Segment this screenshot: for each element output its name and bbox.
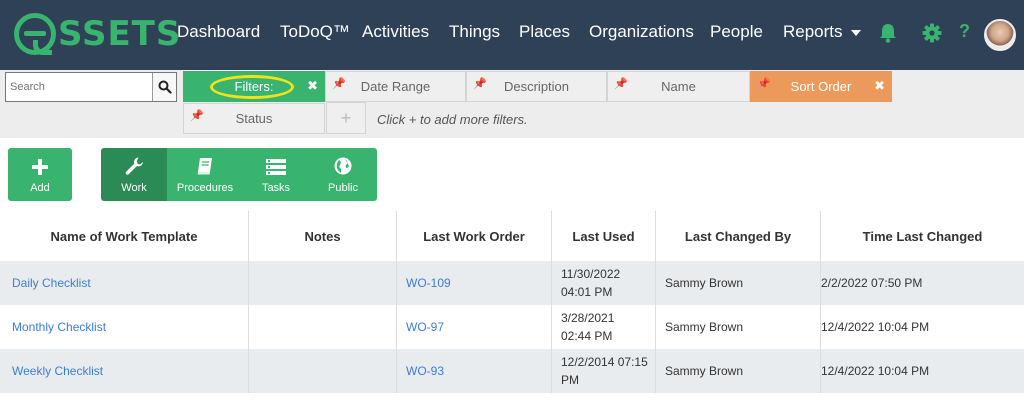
nav-places[interactable]: Places: [519, 22, 570, 42]
book-icon: [197, 158, 212, 175]
help-icon[interactable]: ?: [959, 21, 970, 42]
pin-icon[interactable]: 📌: [757, 77, 771, 90]
work-order-link[interactable]: WO-97: [397, 305, 552, 349]
bell-icon[interactable]: [877, 22, 899, 44]
filter-chip-label: Date Range: [360, 79, 431, 94]
add-button-label: Add: [30, 182, 50, 194]
filter-chip-label: Sort Order: [790, 79, 852, 94]
changed-by-cell: Sammy Brown: [656, 261, 821, 305]
view-work-label: Work: [121, 182, 147, 194]
chevron-down-icon: [850, 29, 861, 36]
table-header: Name of Work Template Notes Last Work Or…: [0, 211, 1024, 261]
filter-chip-label: Name: [661, 79, 696, 94]
notes-cell: [249, 261, 397, 305]
template-name-link[interactable]: Daily Checklist: [0, 261, 249, 305]
filter-chip-date-range[interactable]: 📌 Date Range: [325, 71, 466, 102]
last-used-line-2: PM: [561, 373, 579, 387]
column-header-time-last-changed[interactable]: Time Last Changed: [821, 211, 1024, 261]
column-header-last-changed-by[interactable]: Last Changed By: [656, 211, 821, 261]
close-icon[interactable]: ✖: [307, 78, 318, 94]
pin-icon[interactable]: 📌: [190, 109, 204, 122]
filter-chip-label: Status: [235, 111, 273, 126]
view-procedures-button[interactable]: Procedures: [167, 148, 243, 201]
filters-chip[interactable]: Filters: ✖: [183, 71, 325, 102]
nav-reports-label: Reports: [783, 22, 843, 41]
time-changed-cell: 12/4/2022 10:04 PM: [821, 320, 930, 334]
close-icon[interactable]: ✖: [874, 78, 885, 94]
last-used-cell: 3/28/2021 02:44 PM: [552, 305, 656, 349]
notes-cell: [249, 305, 397, 349]
last-used-line-1: 12/2/2014 07:15: [561, 355, 648, 369]
filter-chip-status[interactable]: 📌 Status: [183, 103, 325, 134]
view-public-label: Public: [328, 182, 358, 194]
nav-things[interactable]: Things: [449, 22, 500, 42]
last-used-cell: 12/2/2014 07:15 PM: [552, 349, 656, 393]
notes-cell: [249, 349, 397, 393]
nav-activities[interactable]: Activities: [362, 22, 429, 42]
nav-reports[interactable]: Reports: [783, 22, 861, 42]
filter-chip-description[interactable]: 📌 Description: [466, 71, 607, 102]
view-work-button[interactable]: Work: [101, 148, 167, 201]
nav-todoq[interactable]: ToDoQ™: [280, 22, 350, 42]
table-row[interactable]: Daily Checklist WO-109 11/30/2022 04:01 …: [0, 261, 1024, 305]
logo-text: SSETS: [58, 14, 182, 54]
last-used-line-2: 04:01 PM: [561, 285, 613, 299]
nav-people[interactable]: People: [710, 22, 763, 42]
time-changed-cell: 12/4/2022 10:04 PM: [821, 364, 930, 378]
add-filter-button[interactable]: +: [326, 102, 366, 134]
search-icon: [158, 80, 172, 94]
column-header-last-work-order[interactable]: Last Work Order: [397, 211, 552, 261]
column-header-last-used[interactable]: Last Used: [552, 211, 656, 261]
changed-by-cell: Sammy Brown: [656, 305, 821, 349]
nav-dashboard[interactable]: Dashboard: [177, 22, 260, 42]
filter-hint: Click + to add more filters.: [377, 112, 528, 127]
view-tasks-button[interactable]: Tasks: [243, 148, 309, 201]
top-navbar: SSETS Dashboard ToDoQ™ Activities Things…: [0, 0, 1024, 70]
search-input[interactable]: [6, 73, 152, 101]
changed-by-cell: Sammy Brown: [656, 349, 821, 393]
filter-chip-label: Description: [503, 79, 570, 94]
table-row[interactable]: Monthly Checklist WO-97 3/28/2021 02:44 …: [0, 305, 1024, 349]
add-button[interactable]: Add: [8, 148, 72, 201]
view-toggle-group: Work Procedures Tasks Public: [101, 148, 377, 201]
user-avatar[interactable]: [984, 19, 1016, 51]
filter-chip-sort-order[interactable]: 📌 Sort Order ✖: [750, 71, 892, 102]
last-used-line-2: 02:44 PM: [561, 329, 613, 343]
last-used-cell: 11/30/2022 04:01 PM: [552, 261, 656, 305]
pin-icon[interactable]: 📌: [473, 77, 487, 90]
essets-logo[interactable]: SSETS: [14, 12, 181, 56]
last-used-line-1: 11/30/2022: [561, 267, 621, 281]
tasks-list-icon: [266, 159, 286, 175]
work-order-link[interactable]: WO-109: [397, 261, 552, 305]
filter-bar: Filters: ✖ 📌 Date Range 📌 Description 📌 …: [0, 70, 1024, 138]
template-name-link[interactable]: Weekly Checklist: [0, 349, 249, 393]
column-header-name[interactable]: Name of Work Template: [0, 211, 249, 261]
highlight-ellipse: [210, 75, 294, 99]
nav-organizations[interactable]: Organizations: [589, 22, 694, 42]
logo-e-mark: [14, 13, 56, 55]
template-name-link[interactable]: Monthly Checklist: [0, 305, 249, 349]
gear-icon[interactable]: [921, 22, 943, 44]
work-order-link[interactable]: WO-93: [397, 349, 552, 393]
pin-icon[interactable]: 📌: [332, 77, 346, 90]
view-public-button[interactable]: Public: [309, 148, 377, 201]
globe-icon: [334, 157, 352, 175]
table-row[interactable]: Weekly Checklist WO-93 12/2/2014 07:15 P…: [0, 349, 1024, 393]
filter-chip-name[interactable]: 📌 Name: [607, 71, 750, 102]
search-box: [5, 72, 177, 102]
last-used-line-1: 3/28/2021: [561, 311, 615, 325]
view-procedures-label: Procedures: [176, 182, 234, 194]
view-tasks-label: Tasks: [261, 182, 291, 194]
pin-icon[interactable]: 📌: [614, 77, 628, 90]
time-changed-cell: 2/2/2022 07:50 PM: [821, 276, 923, 290]
wrench-icon: [125, 157, 143, 175]
column-header-notes[interactable]: Notes: [249, 211, 397, 261]
search-button[interactable]: [152, 73, 176, 101]
plus-icon: [32, 159, 48, 175]
